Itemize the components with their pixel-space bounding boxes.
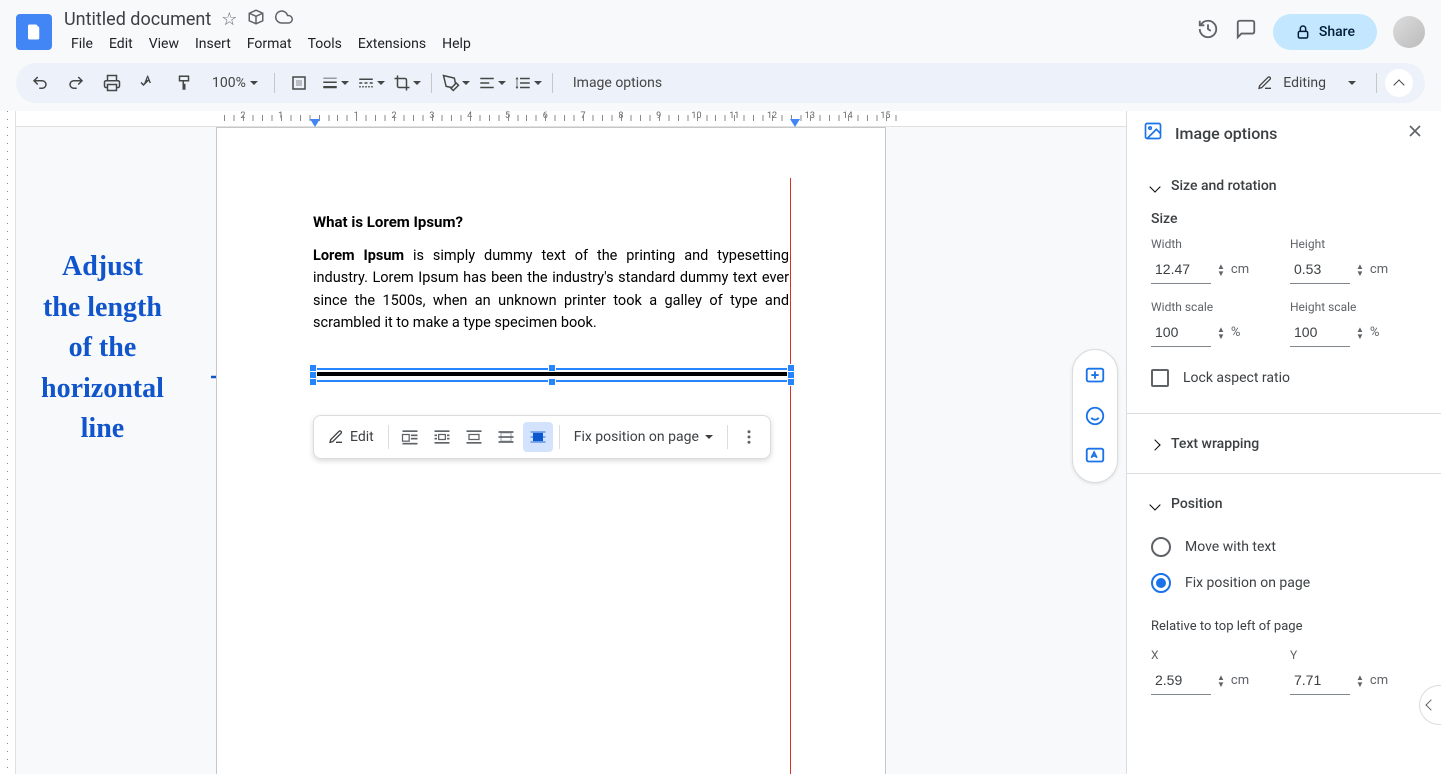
sidebar-title: Image options bbox=[1175, 124, 1393, 143]
editing-mode-dropdown[interactable]: Editing bbox=[1245, 75, 1368, 91]
menu-edit[interactable]: Edit bbox=[102, 33, 140, 55]
behind-text-button[interactable] bbox=[491, 422, 521, 452]
menu-tools[interactable]: Tools bbox=[301, 33, 349, 55]
menu-format[interactable]: Format bbox=[240, 33, 299, 55]
line-spacing-button[interactable] bbox=[512, 67, 544, 99]
x-stepper[interactable]: ▲▼ bbox=[1217, 674, 1225, 688]
menubar: FileEditViewInsertFormatToolsExtensionsH… bbox=[64, 33, 1185, 55]
fix-position-radio[interactable]: Fix position on page bbox=[1151, 565, 1417, 601]
add-comment-button[interactable] bbox=[1077, 358, 1113, 394]
side-action-panel bbox=[1072, 349, 1118, 483]
print-button[interactable] bbox=[96, 67, 128, 99]
document-page[interactable]: What is Lorem Ipsum? Lorem Ipsum is simp… bbox=[216, 127, 886, 774]
more-options-button[interactable] bbox=[734, 422, 764, 452]
menu-help[interactable]: Help bbox=[435, 33, 478, 55]
chevron-right-icon bbox=[1151, 434, 1159, 453]
add-reaction-button[interactable] bbox=[1077, 398, 1113, 434]
width-input[interactable] bbox=[1151, 255, 1211, 284]
crop-rotate-button[interactable] bbox=[391, 67, 423, 99]
size-label: Size bbox=[1151, 211, 1417, 227]
selected-image[interactable] bbox=[313, 368, 791, 382]
menu-file[interactable]: File bbox=[64, 33, 100, 55]
width-scale-stepper[interactable]: ▲▼ bbox=[1217, 326, 1225, 340]
spellcheck-button[interactable] bbox=[132, 67, 164, 99]
break-text-button[interactable] bbox=[459, 422, 489, 452]
user-avatar[interactable] bbox=[1393, 16, 1425, 48]
height-stepper[interactable]: ▲▼ bbox=[1356, 263, 1364, 277]
width-label: Width bbox=[1151, 237, 1278, 251]
resize-handle-n[interactable] bbox=[548, 364, 556, 372]
highlight-button[interactable] bbox=[440, 67, 472, 99]
y-input[interactable] bbox=[1290, 666, 1350, 695]
height-scale-label: Height scale bbox=[1290, 300, 1417, 314]
x-input[interactable] bbox=[1151, 666, 1211, 695]
width-stepper[interactable]: ▲▼ bbox=[1217, 263, 1225, 277]
star-icon[interactable]: ☆ bbox=[221, 9, 237, 30]
doc-heading: What is Lorem Ipsum? bbox=[313, 213, 789, 231]
text-wrapping-toggle[interactable]: Text wrapping bbox=[1127, 426, 1441, 461]
position-toggle[interactable]: Position bbox=[1127, 486, 1441, 521]
menu-view[interactable]: View bbox=[142, 33, 186, 55]
collapse-toolbar-button[interactable] bbox=[1385, 69, 1413, 97]
image-options-sidebar: Image options Size and rotation Size Wid… bbox=[1126, 111, 1441, 774]
y-label: Y bbox=[1290, 648, 1417, 662]
edit-image-button[interactable]: Edit bbox=[320, 423, 382, 451]
move-with-text-radio[interactable]: Move with text bbox=[1151, 529, 1417, 565]
annotation-text: Adjustthe lengthof thehorizontalline bbox=[41, 247, 164, 450]
undo-button[interactable] bbox=[24, 67, 56, 99]
fix-position-dropdown[interactable]: Fix position on page bbox=[566, 423, 721, 451]
move-icon[interactable] bbox=[247, 8, 265, 31]
menu-insert[interactable]: Insert bbox=[188, 33, 238, 55]
front-text-button[interactable] bbox=[523, 422, 553, 452]
image-options-button[interactable]: Image options bbox=[561, 75, 674, 91]
horizontal-ruler[interactable]: 21123456789101112131415 bbox=[16, 111, 1126, 127]
height-scale-input[interactable] bbox=[1290, 318, 1350, 347]
relative-to-label: Relative to top left of page bbox=[1151, 619, 1417, 634]
close-sidebar-button[interactable] bbox=[1405, 121, 1425, 145]
comments-icon[interactable] bbox=[1235, 18, 1257, 46]
doc-paragraph: Lorem Ipsum is simply dummy text of the … bbox=[313, 245, 789, 335]
cloud-status-icon[interactable] bbox=[275, 8, 293, 31]
border-dash-button[interactable] bbox=[355, 67, 387, 99]
resize-handle-se[interactable] bbox=[787, 378, 795, 386]
suggest-edits-button[interactable] bbox=[1077, 438, 1113, 474]
y-stepper[interactable]: ▲▼ bbox=[1356, 674, 1364, 688]
history-icon[interactable] bbox=[1197, 18, 1219, 46]
docs-logo[interactable] bbox=[16, 14, 52, 50]
resize-handle-s[interactable] bbox=[548, 378, 556, 386]
toolbar: 100% Image options Editing bbox=[16, 63, 1425, 103]
margin-guide-line bbox=[790, 178, 791, 774]
document-title[interactable]: Untitled document bbox=[64, 9, 211, 30]
zoom-dropdown[interactable]: 100% bbox=[204, 75, 266, 91]
border-color-button[interactable] bbox=[283, 67, 315, 99]
lock-aspect-ratio-checkbox[interactable]: Lock aspect ratio bbox=[1151, 363, 1417, 393]
resize-handle-sw[interactable] bbox=[309, 378, 317, 386]
x-label: X bbox=[1151, 648, 1278, 662]
border-weight-button[interactable] bbox=[319, 67, 351, 99]
height-scale-stepper[interactable]: ▲▼ bbox=[1356, 326, 1364, 340]
width-scale-label: Width scale bbox=[1151, 300, 1278, 314]
vertical-ruler bbox=[0, 111, 16, 774]
width-scale-input[interactable] bbox=[1151, 318, 1211, 347]
chevron-down-icon bbox=[1151, 176, 1159, 195]
image-floating-toolbar: Edit Fix position on page bbox=[313, 415, 771, 459]
image-icon bbox=[1143, 121, 1163, 145]
wrap-text-button[interactable] bbox=[427, 422, 457, 452]
height-input[interactable] bbox=[1290, 255, 1350, 284]
share-label: Share bbox=[1319, 24, 1355, 40]
wrap-inline-button[interactable] bbox=[395, 422, 425, 452]
height-label: Height bbox=[1290, 237, 1417, 251]
size-rotation-toggle[interactable]: Size and rotation bbox=[1127, 168, 1441, 203]
align-button[interactable] bbox=[476, 67, 508, 99]
redo-button[interactable] bbox=[60, 67, 92, 99]
paint-format-button[interactable] bbox=[168, 67, 200, 99]
chevron-down-icon bbox=[1151, 494, 1159, 513]
share-button[interactable]: Share bbox=[1273, 14, 1377, 50]
menu-extensions[interactable]: Extensions bbox=[351, 33, 433, 55]
